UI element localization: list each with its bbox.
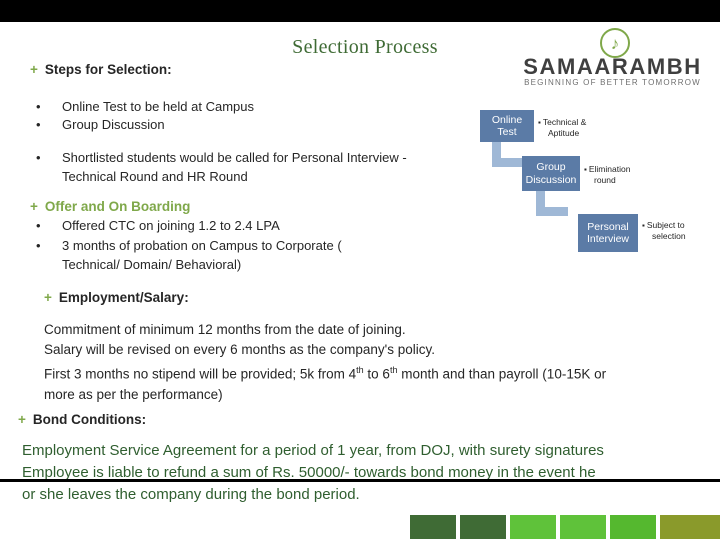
bullet-icon: ▪ [642,221,645,230]
section-heading-bond: + Bond Conditions: [18,412,147,427]
bar-segment-1 [410,515,456,539]
bar-segment-3 [510,515,556,539]
flow-step-personal-interview: Personal Interview [578,214,638,252]
bar-segment-5 [610,515,656,539]
logo-tagline: BEGINNING OF BETTER TOMORROW [524,78,701,87]
offer-item-2: • 3 months of probation on Campus to Corp… [36,238,342,272]
steps-item-1: • Online Test to be held at Campus [36,99,254,114]
bullet-icon: • [36,150,41,165]
employment-line-3a: First 3 months no stipend will be provid… [44,366,357,382]
flow-note-group-discussion: ▪ Elimination round [584,164,631,185]
employment-line-3b: to 6 [363,366,390,382]
employment-line-2: Salary will be revised on every 6 months… [44,342,436,357]
steps-item-2: • Group Discussion [36,117,165,132]
bar-segment-6 [660,515,720,539]
plus-icon: + [30,199,38,214]
bottom-bar [0,514,720,540]
logo-wordmark: SAMAARAMBH [523,54,702,79]
section-heading-employment: + Employment/Salary: [44,290,189,305]
flow-connector-2 [536,191,568,216]
bullet-icon: • [36,117,41,132]
bullet-icon: ▪ [584,165,587,174]
bond-line-3: or she leaves the company during the bon… [22,486,360,503]
bullet-icon: ▪ [538,118,541,127]
bond-line-1: Employment Service Agreement for a perio… [22,442,604,459]
bond-paragraph: Employment Service Agreement for a perio… [22,440,720,506]
employment-paragraph: Commitment of minimum 12 months from the… [44,320,704,405]
plus-icon: + [44,290,52,305]
page-title: Selection Process [292,36,438,58]
bullet-icon: • [36,99,41,114]
employment-line-4: more as per the performance) [44,386,223,402]
slide: Selection Process ♪ SAMAARAMBH BEGINNING… [0,0,720,540]
bar-segment-4 [560,515,606,539]
bottom-black-strip [0,479,720,482]
section-heading-steps: + Steps for Selection: [30,62,172,77]
bar-segment-2 [460,515,506,539]
top-black-bar [0,0,720,22]
offer-item-1: • Offered CTC on joining 1.2 to 2.4 LPA [36,218,280,233]
flow-step-group-discussion: Group Discussion [522,156,580,191]
plus-icon: + [30,62,38,77]
logo: ♪ SAMAARAMBH BEGINNING OF BETTER TOMORRO… [505,28,720,87]
bullet-icon: • [36,238,41,253]
section-heading-offer: + Offer and On Boarding [30,199,191,214]
plus-icon: + [18,412,26,427]
flow-note-online-test: ▪ Technical & Aptitude [538,117,587,138]
bullet-icon: • [36,218,41,233]
flow-step-online-test: Online Test [480,110,534,142]
employment-line-3c: month and than payroll (10-15K or [397,366,607,382]
flow-note-personal-interview: ▪ Subject to selection [642,220,686,241]
flow-connector-1 [492,142,522,167]
steps-item-3: • Shortlisted students would be called fo… [36,150,407,184]
employment-sup-1: th [356,365,364,375]
employment-line-1: Commitment of minimum 12 months from the… [44,322,406,337]
